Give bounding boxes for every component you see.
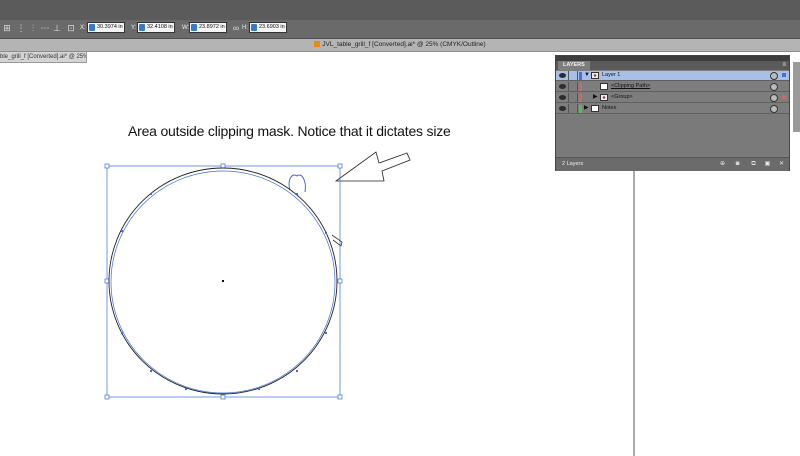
tab-layers[interactable]: LAYERS xyxy=(558,61,590,70)
layers-panel-footer: 2 Layers ⊕ ◙ ⧉ ▣ ✕ xyxy=(556,157,789,171)
layer-row-group[interactable]: ▶ <Group> xyxy=(556,93,789,103)
layers-panel: LAYERS ≡ ▼ Layer 1 <Clipping Path> ▶ <Gr… xyxy=(555,55,790,171)
panel-tab-bar: LAYERS ≡ xyxy=(556,61,789,70)
anchor-points xyxy=(121,193,327,390)
expand-triangle-icon[interactable]: ▶ xyxy=(593,93,598,102)
layers-list-empty-area xyxy=(556,115,789,156)
visibility-eye-icon[interactable] xyxy=(559,106,566,111)
layer-name[interactable]: Notes xyxy=(602,104,616,113)
group-thumbnail xyxy=(600,94,608,101)
new-layer-icon[interactable]: ▣ xyxy=(764,161,771,168)
selection-indicator[interactable] xyxy=(782,73,786,77)
layer-thumbnail xyxy=(591,72,599,79)
clipping-path-name[interactable]: <Clipping Path> xyxy=(611,82,650,91)
visibility-eye-icon[interactable] xyxy=(559,73,566,78)
lock-toggle[interactable] xyxy=(568,71,578,80)
lock-toggle[interactable] xyxy=(568,93,578,102)
target-circle-icon[interactable] xyxy=(770,83,778,91)
expand-triangle-icon[interactable]: ▼ xyxy=(584,71,590,80)
delete-layer-icon[interactable]: ✕ xyxy=(778,161,785,168)
clipping-path-thumbnail xyxy=(600,83,608,90)
layer-count: 2 Layers xyxy=(562,161,584,167)
layer-thumbnail xyxy=(591,105,599,112)
panel-scrollbar[interactable] xyxy=(793,62,800,132)
layer-color-swatch xyxy=(579,72,582,80)
annotation-text: Area outside clipping mask. Notice that … xyxy=(128,123,451,139)
lock-toggle[interactable] xyxy=(568,104,578,113)
annotation-arrow xyxy=(334,151,411,182)
layer-color-swatch xyxy=(579,105,582,113)
layer-row-layer-1[interactable]: ▼ Layer 1 xyxy=(556,71,789,81)
selection-indicator[interactable] xyxy=(782,95,786,99)
make-clipping-mask-icon[interactable]: ◙ xyxy=(734,161,741,168)
expand-triangle-icon[interactable]: ▶ xyxy=(584,104,589,113)
side-handle-outline xyxy=(331,234,343,247)
target-circle-icon[interactable] xyxy=(770,94,778,102)
lock-toggle[interactable] xyxy=(568,82,578,91)
lid-handle-outline xyxy=(288,174,306,193)
target-circle-icon[interactable] xyxy=(770,105,778,113)
layer-row-clipping-path[interactable]: <Clipping Path> xyxy=(556,82,789,92)
target-circle-icon[interactable] xyxy=(770,72,778,80)
new-sublayer-icon[interactable]: ⧉ xyxy=(750,161,757,168)
layer-color-swatch xyxy=(579,94,582,102)
layer-row-notes[interactable]: ▶ Notes xyxy=(556,104,789,114)
panel-menu-icon[interactable]: ≡ xyxy=(782,62,786,69)
visibility-eye-icon[interactable] xyxy=(559,95,566,100)
visibility-eye-icon[interactable] xyxy=(559,84,566,89)
layer-name[interactable]: Layer 1 xyxy=(602,71,620,80)
center-point xyxy=(222,280,224,282)
group-name[interactable]: <Group> xyxy=(611,93,633,102)
layer-color-swatch xyxy=(579,83,582,91)
locate-object-icon[interactable]: ⊕ xyxy=(719,161,726,168)
